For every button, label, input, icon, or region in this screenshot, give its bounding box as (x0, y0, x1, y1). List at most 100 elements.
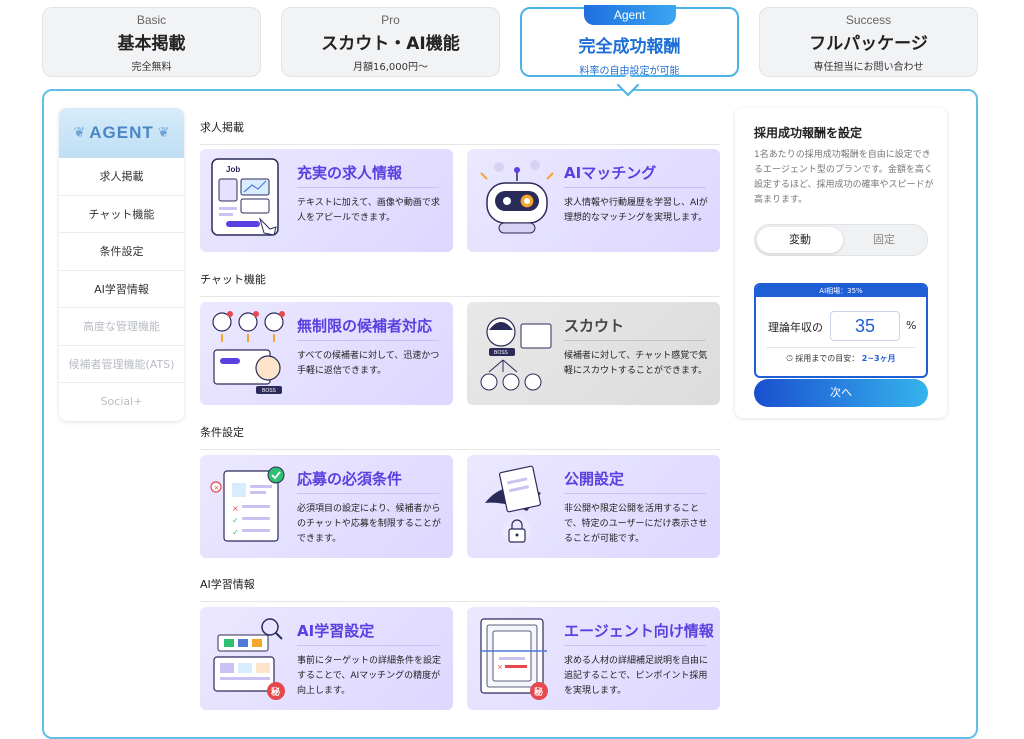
agent-logo: AGENT (89, 123, 154, 142)
rate-row: 理論年収の 35 % (756, 311, 926, 341)
sidebar-item-ai-learning[interactable]: AI学習情報 (59, 271, 184, 308)
plan-subtitle: 月額16,000円〜 (353, 62, 428, 73)
card-title: 公開設定 (564, 470, 625, 488)
ai-learning-illustration-icon: 秘 (213, 618, 285, 700)
card-description: 必須項目の設定により、候補者からのチャットや応募を制限することができます。 (297, 504, 441, 544)
plan-badge-agent: Agent (583, 5, 676, 25)
boss-label: BOSS (494, 350, 509, 356)
feature-card[interactable]: 公開設定 非公開や限定公開を活用することで、特定のユーザーにだけ表示させることが… (467, 455, 720, 558)
card-description: 求人情報や行動履歴を学習し、AIが理想的なマッチングを実現します。 (564, 198, 708, 223)
feature-card[interactable]: BOSS 無制限の候補者対応 すべての候補者に対して、迅速かつ手軽に返信できます… (200, 302, 453, 405)
card-title: エージェント向け情報 (564, 622, 714, 640)
job-label: Job (226, 165, 240, 174)
feature-card[interactable]: AIマッチング 求人情報や行動履歴を学習し、AIが理想的なマッチングを実現します… (467, 149, 720, 252)
card-description: すべての候補者に対して、迅速かつ手軽に返信できます。 (297, 351, 440, 376)
svg-text:×: × (232, 504, 239, 513)
candidates-chat-icon: BOSS (212, 311, 285, 394)
sidebar-header: ❦ AGENT ❦ (59, 108, 184, 158)
eta-label: 採用までの目安： (795, 354, 860, 363)
card-divider (564, 187, 706, 188)
feature-card[interactable]: BOSS スカウト 候補者に対して、チャット感覚で気軽にスカウトすることができま… (467, 302, 720, 405)
rate-label: 理論年収の (768, 321, 823, 334)
agent-info-document-icon: × 秘 (480, 618, 548, 700)
svg-text:×: × (214, 484, 220, 492)
card-title: 無制限の候補者対応 (297, 317, 433, 335)
laurel-left-icon: ❦ (73, 125, 86, 141)
svg-text:✓: ✓ (232, 516, 239, 525)
plan-tabs: Basic 基本掲載 完全無料 Pro スカウト・AI機能 月額16,000円〜… (42, 5, 978, 79)
sidebar-item-job-posting[interactable]: 求人掲載 (59, 158, 184, 196)
feature-content: 求人掲載 Job 充実の求人情報 テキストに加えて、画像や動画で求人をアピールで… (200, 91, 720, 731)
svg-text:✓: ✓ (232, 528, 239, 537)
laurel-right-icon: ❦ (157, 125, 170, 141)
feature-card[interactable]: × 秘 エージェント向け情報 求める人材の詳細補足説明を自由に追記することで、ピ… (467, 607, 720, 710)
secret-label: 秘 (534, 686, 543, 698)
card-divider (564, 493, 706, 494)
plan-en-label: Pro (381, 13, 400, 27)
rate-input[interactable]: 35 (830, 311, 900, 341)
ai-robot-icon (480, 160, 554, 234)
sidebar-item-social[interactable]: Social+ (59, 383, 184, 421)
feature-card[interactable]: Job 充実の求人情報 テキストに加えて、画像や動画で求人をアピールできます。 (200, 149, 453, 252)
card-divider (564, 340, 706, 341)
toggle-fixed[interactable]: 固定 (841, 227, 927, 253)
card-title: 充実の求人情報 (297, 164, 403, 182)
rate-unit: % (906, 319, 917, 332)
card-description: 候補者に対して、チャット感覚で気軽にスカウトすることができます。 (564, 351, 708, 376)
card-divider (297, 340, 439, 341)
boss-label: BOSS (262, 388, 277, 394)
plan-title: フルパッケージ (809, 34, 928, 54)
card-description: 求める人材の詳細補足説明を自由に追記することで、ピンポイント採用を実現します。 (564, 656, 709, 696)
plan-subtitle: 完全無料 (131, 62, 172, 73)
card-description: 非公開や限定公開を活用することで、特定のユーザーにだけ表示させることが可能です。 (564, 504, 708, 544)
svg-text:×: × (497, 663, 503, 671)
card-title: AI学習設定 (297, 622, 375, 640)
feature-card[interactable]: 秘 AI学習設定 事前にターゲットの詳細条件を設定することで、AIマッチングの精… (200, 607, 453, 710)
publish-lock-icon (485, 465, 542, 545)
plan-title: 完全成功報酬 (578, 37, 681, 57)
scout-illustration-icon: BOSS (480, 317, 552, 391)
plan-tab-success[interactable]: Success フルパッケージ 専任担当にお問い合わせ (759, 7, 978, 77)
rate-box: AI相場：35% 理論年収の 35 % 🕒︎ 採用までの目安： 2~3ヶ月 (754, 283, 928, 378)
job-info-illustration-icon: Job (211, 158, 279, 236)
card-description: テキストに加えて、画像や動画で求人をアピールできます。 (297, 198, 440, 223)
card-divider (297, 187, 439, 188)
section-title: チャット機能 (200, 271, 720, 297)
card-divider (564, 645, 706, 646)
plan-en-label: Basic (136, 13, 167, 27)
card-divider (297, 493, 439, 494)
sidebar-item-advanced-management[interactable]: 高度な管理機能 (59, 308, 184, 346)
ai-market-rate: AI相場：35% (756, 285, 926, 297)
section-title: 条件設定 (200, 424, 720, 450)
toggle-variable[interactable]: 変動 (757, 227, 843, 253)
sidebar-item-ats[interactable]: 候補者管理機能(ATS) (59, 346, 184, 383)
plan-detail-panel: ❦ AGENT ❦ 求人掲載 チャット機能 条件設定 AI学習情報 高度な管理機… (42, 89, 978, 739)
plan-tab-basic[interactable]: Basic 基本掲載 完全無料 (42, 7, 261, 77)
plan-tab-pro[interactable]: Pro スカウト・AI機能 月額16,000円〜 (281, 7, 500, 77)
feature-sidebar: ❦ AGENT ❦ 求人掲載 チャット機能 条件設定 AI学習情報 高度な管理機… (59, 108, 184, 421)
fee-type-toggle: 変動 固定 (754, 224, 928, 256)
rate-divider (766, 347, 916, 348)
settings-title: 採用成功報酬を設定 (754, 126, 863, 140)
section-title: 求人掲載 (200, 119, 720, 145)
card-description: 事前にターゲットの詳細条件を設定することで、AIマッチングの精度が向上します。 (297, 656, 442, 696)
feature-card[interactable]: × × ✓ ✓ 応募の必須条件 必須項目の設定により、候補者からのチャットや応募… (200, 455, 453, 558)
sidebar-item-chat[interactable]: チャット機能 (59, 196, 184, 233)
plan-tab-agent[interactable]: Agent 完全成功報酬 料率の自由設定が可能 (520, 5, 739, 77)
card-title: AIマッチング (564, 164, 657, 182)
card-title: 応募の必須条件 (297, 470, 403, 488)
plan-title: スカウト・AI機能 (321, 34, 460, 54)
requirements-checklist-icon: × × ✓ ✓ (210, 466, 285, 542)
card-title: スカウト (564, 317, 625, 335)
settings-description: 1名あたりの採用成功報酬を自由に設定できるエージェント型のプランです。金額を高く… (754, 150, 934, 205)
secret-label: 秘 (271, 686, 280, 698)
card-divider (297, 645, 439, 646)
next-button[interactable]: 次へ (754, 379, 928, 407)
plan-title: 基本掲載 (117, 34, 186, 54)
clock-icon: 🕒︎ (786, 354, 793, 363)
hiring-eta: 🕒︎ 採用までの目安： 2~3ヶ月 (756, 353, 926, 364)
plan-subtitle: 専任担当にお問い合わせ (813, 62, 924, 73)
fee-settings-panel: 採用成功報酬を設定 1名あたりの採用成功報酬を自由に設定できるエージェント型のプ… (735, 108, 947, 418)
plan-en-label: Success (845, 13, 892, 27)
sidebar-item-conditions[interactable]: 条件設定 (59, 233, 184, 271)
